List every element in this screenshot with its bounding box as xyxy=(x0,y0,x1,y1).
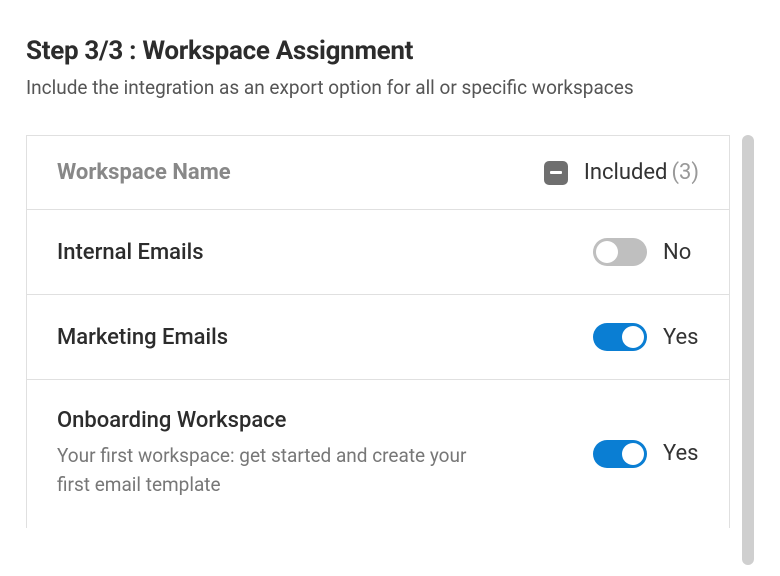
workspace-name: Internal Emails xyxy=(57,240,573,265)
included-label-wrapper: Included (3) xyxy=(584,160,699,185)
include-toggle[interactable] xyxy=(593,440,647,468)
vertical-scrollbar[interactable] xyxy=(742,135,754,565)
toggle-cell: Yes xyxy=(593,440,699,468)
toggle-knob xyxy=(622,326,644,348)
table-row: Marketing Emails Yes xyxy=(27,295,729,380)
toggle-state-label: No xyxy=(663,240,699,265)
workspace-name: Marketing Emails xyxy=(57,325,573,350)
toggle-knob xyxy=(622,443,644,465)
step-header: Step 3/3 : Workspace Assignment Include … xyxy=(26,36,754,99)
step-subtitle: Include the integration as an export opt… xyxy=(26,76,754,99)
workspace-table-wrapper: Workspace Name Included (3) Internal Ema… xyxy=(26,135,754,528)
table-header-row: Workspace Name Included (3) xyxy=(27,136,729,210)
select-all-checkbox-indeterminate[interactable] xyxy=(544,161,568,185)
row-text: Marketing Emails xyxy=(57,325,593,350)
column-header-name: Workspace Name xyxy=(57,160,231,185)
workspace-description: Your first workspace: get started and cr… xyxy=(57,441,497,500)
toggle-cell: Yes xyxy=(593,323,699,351)
included-label: Included xyxy=(584,160,668,185)
workspace-table: Workspace Name Included (3) Internal Ema… xyxy=(26,135,730,528)
included-header-cell: Included (3) xyxy=(544,160,699,185)
row-text: Internal Emails xyxy=(57,240,593,265)
toggle-state-label: Yes xyxy=(663,325,699,350)
included-count: (3) xyxy=(671,160,699,185)
table-row: Internal Emails No xyxy=(27,210,729,295)
row-text: Onboarding Workspace Your first workspac… xyxy=(57,408,593,500)
include-toggle[interactable] xyxy=(593,238,647,266)
toggle-knob xyxy=(596,241,618,263)
step-title: Step 3/3 : Workspace Assignment xyxy=(26,36,754,66)
toggle-cell: No xyxy=(593,238,699,266)
workspace-name: Onboarding Workspace xyxy=(57,408,573,433)
table-row: Onboarding Workspace Your first workspac… xyxy=(27,380,729,528)
toggle-state-label: Yes xyxy=(663,441,699,466)
include-toggle[interactable] xyxy=(593,323,647,351)
